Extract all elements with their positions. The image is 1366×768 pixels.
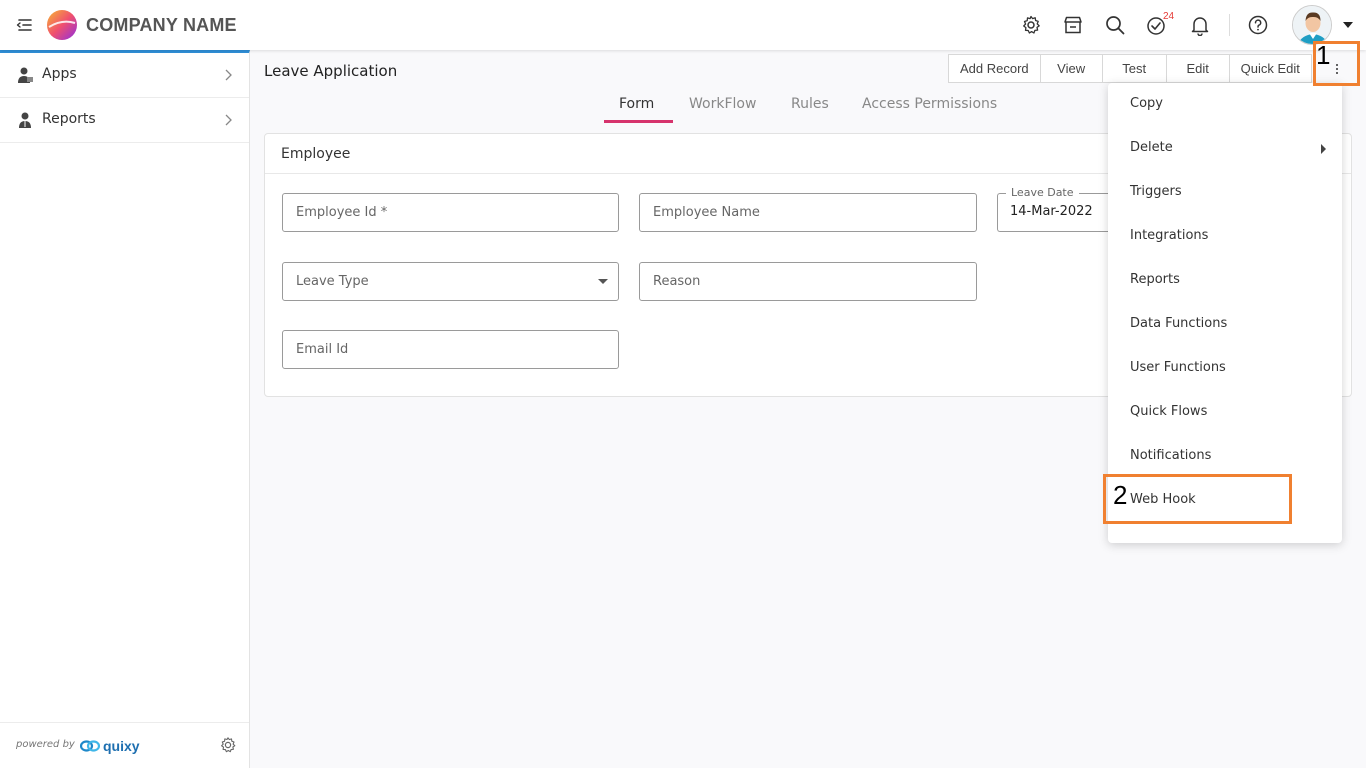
apps-user-icon [18, 67, 33, 83]
active-tab-indicator [604, 120, 673, 123]
leave-type-placeholder: Leave Type [296, 274, 369, 289]
page-title: Leave Application [264, 62, 398, 80]
chevron-right-icon [225, 114, 232, 126]
help-icon[interactable] [1247, 14, 1269, 36]
chevron-right-icon [225, 69, 232, 81]
menu-item-label: Data Functions [1130, 316, 1228, 331]
tab-form[interactable]: Form [619, 96, 654, 112]
footer-settings-icon[interactable] [219, 736, 237, 754]
menu-item-user-functions[interactable]: User Functions [1108, 347, 1342, 391]
employee-name-placeholder: Employee Name [653, 205, 760, 220]
menu-item-label: Quick Flows [1130, 404, 1208, 419]
employee-id-placeholder: Employee Id * [296, 205, 388, 220]
store-icon[interactable] [1062, 14, 1084, 36]
menu-item-data-functions[interactable]: Data Functions [1108, 303, 1342, 347]
menu-item-quick-flows[interactable]: Quick Flows [1108, 391, 1342, 435]
top-bar: COMPANY NAME 24 [0, 0, 1366, 50]
reason-field[interactable]: Reason [639, 262, 977, 301]
email-id-field[interactable]: Email Id [282, 330, 619, 369]
company-logo-icon [47, 10, 77, 40]
test-button[interactable]: Test [1103, 55, 1167, 82]
tab-workflow[interactable]: WorkFlow [689, 96, 756, 112]
callout-box-2 [1103, 474, 1292, 524]
sidebar-footer: powered by quixy [0, 722, 249, 768]
menu-item-label: Triggers [1130, 184, 1182, 199]
sidebar-item-apps[interactable]: Apps [0, 53, 249, 98]
company-name: COMPANY NAME [86, 15, 237, 35]
tab-access-permissions[interactable]: Access Permissions [862, 96, 997, 112]
employee-id-field[interactable]: Employee Id * [282, 193, 619, 232]
menu-item-label: Delete [1130, 140, 1173, 155]
view-button[interactable]: View [1041, 55, 1103, 82]
callout-number-2: 2 [1113, 480, 1128, 510]
sidebar-item-label: Reports [42, 111, 96, 127]
quixy-logo: quixy [80, 736, 144, 756]
tab-rules[interactable]: Rules [791, 96, 829, 112]
leave-date-value: 14-Mar-2022 [1010, 204, 1093, 219]
menu-item-label: Copy [1130, 96, 1163, 111]
sidebar-item-label: Apps [42, 66, 77, 82]
account-dropdown-caret[interactable] [1343, 22, 1353, 28]
settings-gear-icon[interactable] [1020, 14, 1042, 36]
quixy-logo-icon [80, 740, 100, 752]
menu-collapse-icon[interactable] [14, 15, 34, 35]
submenu-arrow-icon [1321, 144, 1326, 154]
menu-item-integrations[interactable]: Integrations [1108, 215, 1342, 259]
powered-by-text: powered by [16, 739, 75, 750]
menu-item-label: Integrations [1130, 228, 1209, 243]
edit-button[interactable]: Edit [1167, 55, 1230, 82]
chevron-down-icon [598, 279, 608, 284]
section-title: Employee [281, 146, 351, 162]
menu-item-copy[interactable]: Copy [1108, 83, 1342, 127]
menu-item-reports[interactable]: Reports [1108, 259, 1342, 303]
sidebar: Apps Reports powered by quixy [0, 50, 250, 768]
menu-item-label: User Functions [1130, 360, 1226, 375]
employee-name-field[interactable]: Employee Name [639, 193, 977, 232]
user-avatar[interactable] [1292, 5, 1332, 45]
menu-item-label: Notifications [1130, 448, 1212, 463]
menu-item-notifications[interactable]: Notifications [1108, 435, 1342, 479]
menu-item-label: Reports [1130, 272, 1180, 287]
header-divider [1229, 14, 1230, 36]
quick-edit-button[interactable]: Quick Edit [1230, 55, 1311, 82]
menu-item-triggers[interactable]: Triggers [1108, 171, 1342, 215]
email-id-placeholder: Email Id [296, 342, 349, 357]
tasks-count-badge: 24 [1163, 11, 1175, 22]
reason-placeholder: Reason [653, 274, 701, 289]
action-toolbar: Add Record View Test Edit Quick Edit [948, 54, 1312, 83]
callout-number-1: 1 [1316, 40, 1331, 70]
notification-bell-icon[interactable] [1189, 14, 1211, 36]
menu-item-delete[interactable]: Delete [1108, 127, 1342, 171]
leave-date-label: Leave Date [1006, 186, 1079, 199]
leave-type-select[interactable]: Leave Type [282, 262, 619, 301]
reports-user-icon [19, 112, 31, 128]
add-record-button[interactable]: Add Record [949, 55, 1041, 82]
quixy-brand-text: quixy [103, 738, 140, 754]
sidebar-item-reports[interactable]: Reports [0, 98, 249, 143]
search-icon[interactable] [1104, 14, 1126, 36]
